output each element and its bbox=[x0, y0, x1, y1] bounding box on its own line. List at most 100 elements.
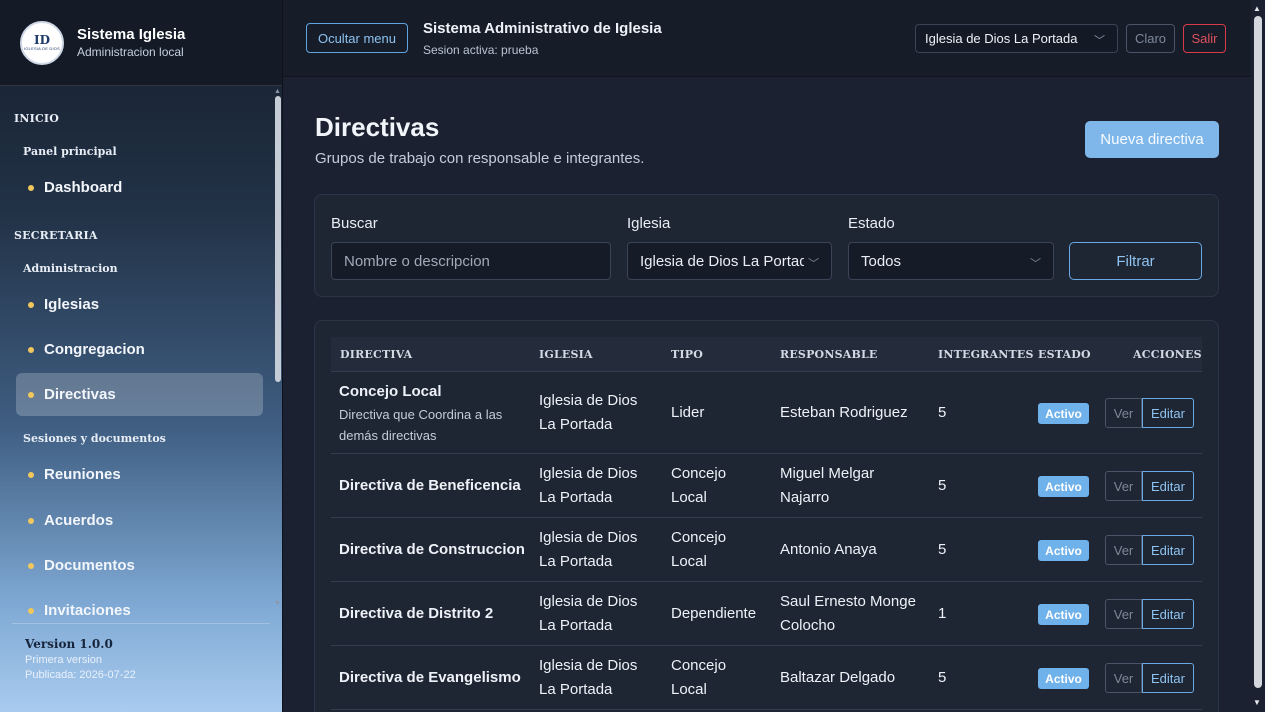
toggle-menu-button[interactable]: Ocultar menu bbox=[306, 23, 408, 53]
col-acciones: ACCIONES bbox=[1133, 348, 1202, 361]
church-cell: Iglesia de Dios bbox=[539, 465, 638, 482]
sidebar-item-dashboard[interactable]: Dashboard bbox=[16, 166, 263, 209]
chevron-down-icon: ﹀ bbox=[1094, 35, 1105, 47]
status-filter-select[interactable]: Todos ﹀ bbox=[848, 242, 1054, 280]
members-cell: 5 bbox=[938, 669, 947, 686]
bullet-icon bbox=[28, 517, 34, 524]
directiva-description: demás directivas bbox=[339, 428, 437, 443]
sidebar-item-label: Directivas bbox=[44, 386, 116, 403]
session-status: Sesion activa: prueba bbox=[423, 43, 539, 57]
view-button[interactable]: Ver bbox=[1105, 599, 1142, 629]
sidebar-item-iglesias[interactable]: Iglesias bbox=[16, 283, 263, 326]
group-sesiones-documentos: Sesiones y documentos bbox=[23, 432, 166, 445]
col-tipo: TIPO bbox=[671, 348, 703, 361]
type-cell: Local bbox=[671, 553, 707, 570]
top-bar: Ocultar menu Sistema Administrativo de I… bbox=[283, 0, 1251, 77]
status-filter-label: Estado bbox=[848, 215, 895, 232]
bullet-icon bbox=[28, 607, 34, 614]
edit-button[interactable]: Editar bbox=[1142, 398, 1194, 428]
sidebar-scroll-up-icon[interactable]: ▲ bbox=[274, 88, 281, 95]
sidebar: ID IGLESIA DE DIOS Sistema Iglesia Admin… bbox=[0, 0, 283, 712]
directiva-name: Directiva de Distrito 2 bbox=[339, 605, 494, 622]
church-cell: La Portada bbox=[539, 681, 613, 698]
responsible-cell: Najarro bbox=[780, 489, 830, 506]
sidebar-item-directivas[interactable]: Directivas bbox=[16, 373, 263, 416]
header-title: Sistema Administrativo de Iglesia bbox=[423, 20, 662, 37]
main-scrollbar[interactable] bbox=[1254, 16, 1262, 688]
col-directiva: DIRECTIVA bbox=[340, 348, 413, 361]
sidebar-scroll-down-icon[interactable]: ▼ bbox=[274, 600, 281, 607]
edit-button[interactable]: Editar bbox=[1142, 599, 1194, 629]
responsible-cell: Antonio Anaya bbox=[780, 541, 877, 558]
directiva-name: Concejo Local bbox=[339, 383, 442, 400]
page-title: Directivas bbox=[315, 112, 440, 142]
directiva-name: Directiva de Evangelismo bbox=[339, 669, 521, 686]
church-cell: La Portada bbox=[539, 416, 613, 433]
table-header: DIRECTIVA IGLESIA TIPO RESPONSABLE INTEG… bbox=[331, 337, 1202, 372]
view-button[interactable]: Ver bbox=[1105, 663, 1142, 693]
directiva-name: Directiva de Beneficencia bbox=[339, 477, 521, 494]
edit-button[interactable]: Editar bbox=[1142, 535, 1194, 565]
sidebar-footer: Version 1.0.0 Primera version Publicada:… bbox=[12, 623, 270, 681]
sidebar-item-label: Dashboard bbox=[44, 179, 123, 196]
members-cell: 5 bbox=[938, 477, 947, 494]
new-directiva-button[interactable]: Nueva directiva bbox=[1085, 121, 1219, 158]
church-cell: Iglesia de Dios bbox=[539, 593, 638, 610]
sidebar-item-invitaciones[interactable]: Invitaciones bbox=[16, 589, 263, 623]
search-input[interactable]: Nombre o descripcion bbox=[331, 242, 611, 280]
responsible-cell: Colocho bbox=[780, 617, 836, 634]
members-cell: 5 bbox=[938, 541, 947, 558]
chevron-down-icon: ﹀ bbox=[804, 255, 819, 271]
section-inicio: INICIO bbox=[14, 112, 60, 125]
church-select[interactable]: Iglesia de Dios La Portada ﹀ bbox=[915, 24, 1118, 53]
church-cell: La Portada bbox=[539, 489, 613, 506]
table-row: Directiva de Construccion Iglesia de Dio… bbox=[331, 518, 1202, 582]
church-filter-value: Iglesia de Dios La Portada bbox=[640, 252, 816, 270]
bullet-icon bbox=[28, 391, 34, 398]
status-badge: Activo bbox=[1038, 540, 1089, 561]
sidebar-item-acuerdos[interactable]: Acuerdos bbox=[16, 499, 263, 542]
section-secretaria: SECRETARIA bbox=[14, 229, 98, 242]
view-button[interactable]: Ver bbox=[1105, 535, 1142, 565]
church-cell: Iglesia de Dios bbox=[539, 657, 638, 674]
sidebar-item-documentos[interactable]: Documentos bbox=[16, 544, 263, 587]
sidebar-item-label: Invitaciones bbox=[44, 602, 131, 619]
bullet-icon bbox=[28, 184, 34, 191]
status-filter-value: Todos bbox=[861, 252, 902, 270]
page-subtitle: Grupos de trabajo con responsable e inte… bbox=[315, 150, 645, 167]
view-button[interactable]: Ver bbox=[1105, 398, 1142, 428]
sidebar-item-label: Reuniones bbox=[44, 466, 121, 483]
sidebar-nav: INICIO Panel principal Dashboard SECRETA… bbox=[0, 86, 275, 623]
view-button[interactable]: Ver bbox=[1105, 471, 1142, 501]
sidebar-scrollbar[interactable] bbox=[275, 96, 281, 382]
filter-button[interactable]: Filtrar bbox=[1069, 242, 1202, 280]
bullet-icon bbox=[28, 471, 34, 478]
edit-button[interactable]: Editar bbox=[1142, 663, 1194, 693]
scroll-up-icon[interactable]: ▲ bbox=[1253, 4, 1261, 13]
logout-button[interactable]: Salir bbox=[1183, 24, 1226, 53]
church-filter-label: Iglesia bbox=[627, 215, 671, 232]
chevron-down-icon: ﹀ bbox=[1026, 255, 1041, 271]
version-label: Version 1.0.0 bbox=[25, 637, 113, 651]
type-cell: Lider bbox=[671, 404, 705, 421]
bullet-icon bbox=[28, 562, 34, 569]
status-badge: Activo bbox=[1038, 403, 1089, 424]
directiva-name: Directiva de Construccion bbox=[339, 541, 525, 558]
sidebar-item-congregacion[interactable]: Congregacion bbox=[16, 328, 263, 371]
type-cell: Concejo bbox=[671, 657, 727, 674]
edit-button[interactable]: Editar bbox=[1142, 471, 1194, 501]
church-cell: La Portada bbox=[539, 617, 613, 634]
theme-toggle-button[interactable]: Claro bbox=[1126, 24, 1175, 53]
group-panel-principal: Panel principal bbox=[23, 145, 117, 158]
members-cell: 1 bbox=[938, 605, 947, 622]
col-estado: ESTADO bbox=[1038, 348, 1091, 361]
app-title: Sistema Iglesia bbox=[77, 26, 186, 43]
search-label: Buscar bbox=[331, 215, 378, 232]
sidebar-item-label: Iglesias bbox=[44, 296, 100, 313]
sidebar-item-reuniones[interactable]: Reuniones bbox=[16, 453, 263, 496]
table-row: Directiva de Distrito 2 Iglesia de Dios … bbox=[331, 582, 1202, 646]
sidebar-item-label: Documentos bbox=[44, 557, 135, 574]
scroll-down-icon[interactable]: ▼ bbox=[1253, 698, 1261, 707]
bullet-icon bbox=[28, 346, 34, 353]
church-filter-select[interactable]: Iglesia de Dios La Portada ﹀ bbox=[627, 242, 832, 280]
